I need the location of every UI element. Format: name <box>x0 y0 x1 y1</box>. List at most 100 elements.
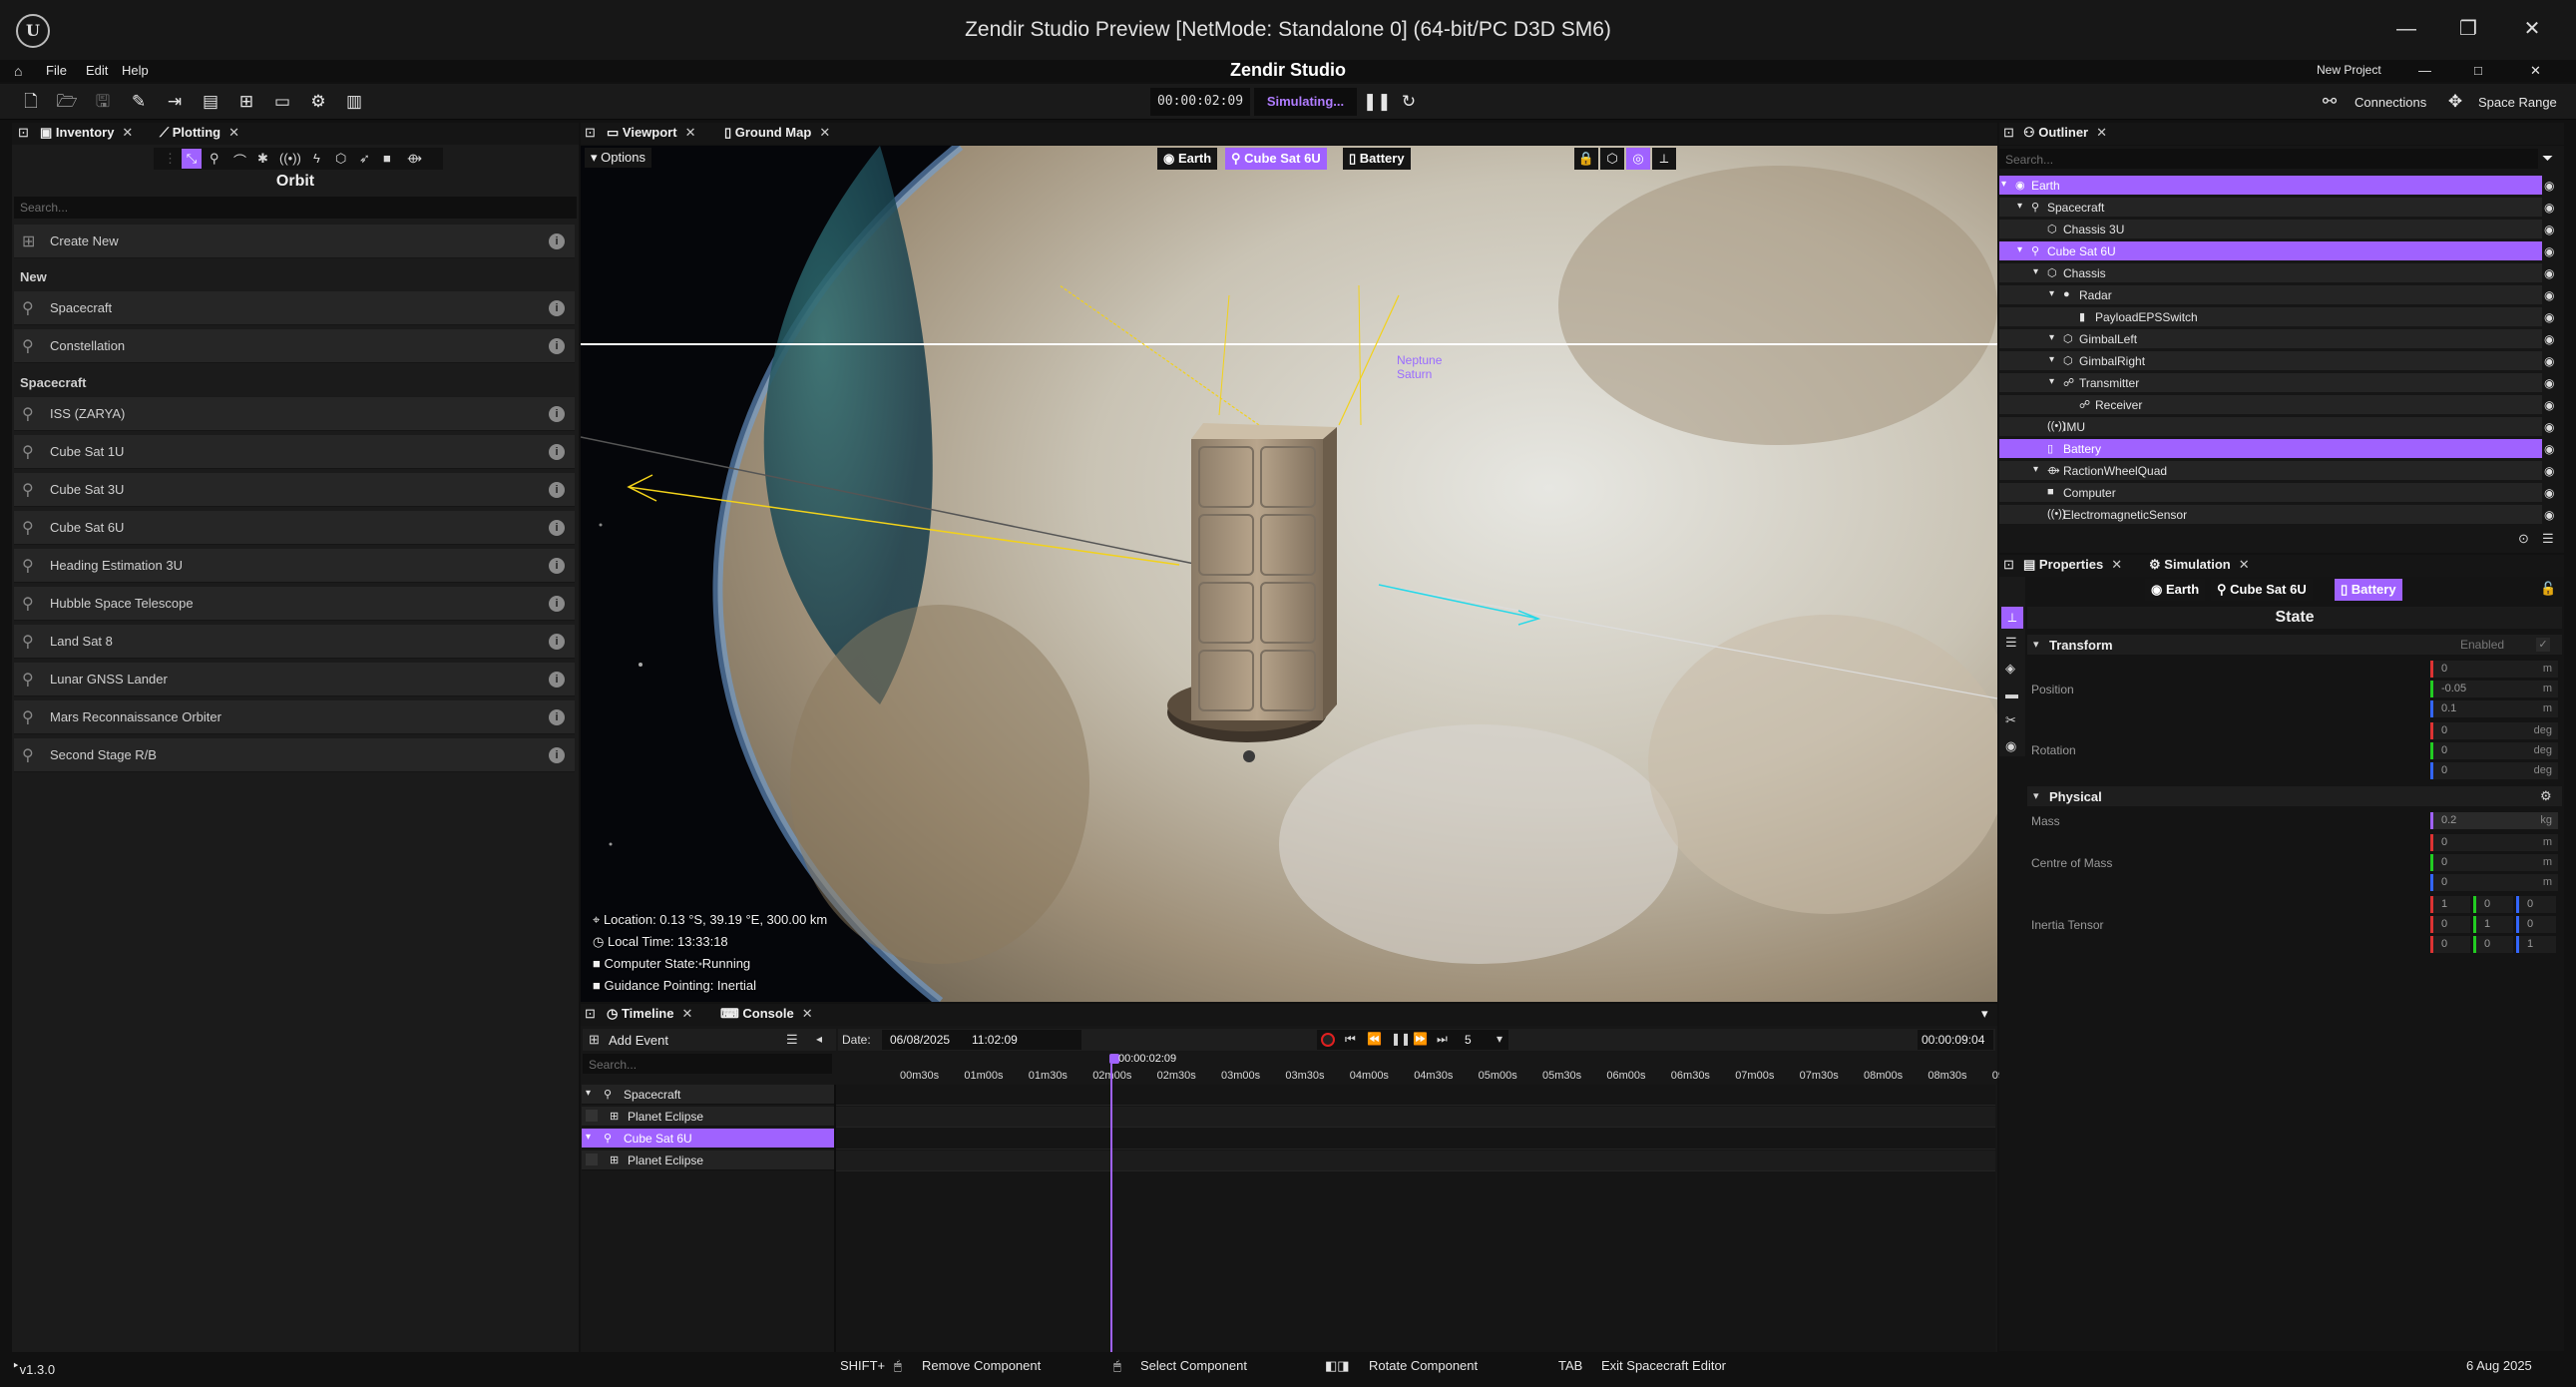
info-icon[interactable]: i <box>549 520 565 536</box>
chip-filter-icon[interactable]: ■ <box>383 151 391 166</box>
position-field[interactable]: 0.1 m <box>2430 700 2558 717</box>
list-tab-icon[interactable]: ☰ <box>2005 635 2017 651</box>
state-tab-icon[interactable]: ⟂ <box>2001 607 2023 629</box>
list-item[interactable]: ⚲ Lunar GNSS Lander i <box>14 663 575 696</box>
inertia-tensor-field[interactable]: 0 <box>2473 936 2513 953</box>
inertia-tensor-field[interactable]: 1 <box>2430 896 2470 913</box>
close-tab-icon[interactable]: ✕ <box>819 125 830 140</box>
new-file-icon[interactable]: 🗋 <box>20 92 42 112</box>
centre-of-mass-field[interactable]: 0m <box>2430 854 2558 871</box>
outliner-row[interactable]: ▾ ⬡ GimbalRight <box>1999 351 2542 371</box>
inertia-tensor-field[interactable]: 0 <box>2516 916 2556 933</box>
close-tab-icon[interactable]: ✕ <box>2096 125 2107 140</box>
tab-plotting[interactable]: ⟋ Plotting ✕ <box>160 125 239 141</box>
visibility-eye-icon[interactable]: ◉ <box>2544 332 2554 346</box>
close-tab-icon[interactable]: ✕ <box>685 125 696 140</box>
component-filter-icon[interactable]: ✱ <box>257 151 268 167</box>
tab-viewport[interactable]: ▭ Viewport ✕ <box>607 125 695 141</box>
outliner-row[interactable]: ▾ ⚲ Spacecraft <box>1999 198 2542 218</box>
list-item[interactable]: ⚲ Land Sat 8 i <box>14 625 575 659</box>
signal-filter-icon[interactable]: ((•)) <box>279 151 301 166</box>
visibility-eye-icon[interactable]: ◉ <box>2544 223 2554 236</box>
collapse-caret-icon[interactable]: ▾ <box>2033 789 2039 802</box>
tab-outliner[interactable]: ⚇ Outliner ✕ <box>2023 125 2107 141</box>
expand-caret-icon[interactable]: ▾ <box>586 1132 591 1143</box>
timeline-row[interactable]: ⊞ Planet Eclipse <box>582 1151 836 1170</box>
info-icon[interactable]: i <box>549 406 565 422</box>
space-range-button[interactable]: Space Range <box>2478 95 2557 110</box>
app-maximize-icon[interactable]: □ <box>2474 63 2482 78</box>
save-icon[interactable]: 🖫 <box>92 92 114 112</box>
info-icon[interactable]: i <box>549 233 565 249</box>
expand-caret-icon[interactable]: ▾ <box>2049 288 2054 299</box>
tab-simulation[interactable]: ⚙ Simulation ✕ <box>2149 557 2250 573</box>
info-icon[interactable]: i <box>549 444 565 460</box>
add-event-button[interactable]: Add Event <box>609 1033 668 1048</box>
panel-menu-icon[interactable]: ⊡ <box>18 125 29 141</box>
focus-view-icon[interactable]: ◎ <box>1626 148 1650 170</box>
info-icon[interactable]: i <box>549 709 565 725</box>
wheel-filter-icon[interactable]: ⟴ <box>407 151 422 167</box>
close-tab-icon[interactable]: ✕ <box>802 1006 813 1021</box>
reset-icon[interactable]: ↻ <box>1398 92 1420 112</box>
inertia-tensor-field[interactable]: 0 <box>2516 896 2556 913</box>
timeline-menu-caret-icon[interactable]: ▾ <box>1981 1006 1988 1022</box>
viewport-3d-scene[interactable]: ▾ Options Neptune Saturn 🔒 ⬡ ◎ ⟂ <box>581 146 1997 1002</box>
expand-caret-icon[interactable]: ▾ <box>2001 179 2006 190</box>
collapse-icon[interactable]: ◂ <box>816 1032 822 1046</box>
visibility-eye-icon[interactable]: ◉ <box>2544 486 2554 500</box>
skip-start-icon[interactable]: ⏮ <box>1345 1032 1356 1047</box>
satellite-filter-icon[interactable]: ⚲ <box>210 151 219 167</box>
timeline-divider[interactable] <box>834 1085 836 1352</box>
tab-console[interactable]: ⌨ Console ✕ <box>720 1006 813 1022</box>
collapse-caret-icon[interactable]: ▾ <box>2033 638 2039 651</box>
connections-icon[interactable]: ⚯ <box>2319 92 2341 112</box>
list-item[interactable]: ⚲ Hubble Space Telescope i <box>14 587 575 621</box>
visibility-eye-icon[interactable]: ◉ <box>2544 201 2554 215</box>
outliner-row[interactable]: ▾ ◉ Earth <box>1999 176 2542 196</box>
speed-dropdown-icon[interactable]: ▾ <box>1497 1032 1503 1046</box>
outliner-row[interactable]: ((•)) ElectromagneticSensor <box>1999 505 2542 525</box>
info-icon[interactable]: i <box>549 482 565 498</box>
expand-caret-icon[interactable]: ▾ <box>2033 266 2038 277</box>
import-icon[interactable]: ⊞ <box>235 92 257 112</box>
viewport-chip-battery[interactable]: ▯ Battery <box>1343 148 1411 170</box>
time-value[interactable]: 11:02:09 <box>972 1033 1018 1047</box>
list-icon[interactable]: ☰ <box>786 1032 798 1048</box>
info-icon[interactable]: i <box>549 747 565 763</box>
export-icon[interactable]: ⇥ <box>164 92 186 112</box>
record-icon[interactable] <box>1321 1033 1335 1047</box>
axes-icon[interactable]: ⟂ <box>1652 148 1676 170</box>
skip-end-icon[interactable]: ⏭ <box>1437 1032 1448 1047</box>
visibility-eye-icon[interactable]: ◉ <box>2544 354 2554 368</box>
close-tab-icon[interactable]: ✕ <box>228 125 239 140</box>
visibility-eye-icon[interactable]: ◉ <box>2544 508 2554 522</box>
crumb-earth[interactable]: ◉ Earth <box>2145 579 2206 601</box>
transform-section-header[interactable]: ▾ Transform Enabled ✓ <box>2027 635 2562 655</box>
comment-tab-icon[interactable]: ▬ <box>2005 687 2018 701</box>
library-icon[interactable]: ▤ <box>200 92 221 112</box>
outliner-row[interactable]: ▯ Battery <box>1999 439 2542 459</box>
inertia-tensor-field[interactable]: 0 <box>2430 916 2470 933</box>
panel-menu-icon[interactable]: ⊡ <box>2003 557 2014 573</box>
list-item[interactable]: ⚲ ISS (ZARYA) i <box>14 397 575 431</box>
close-tab-icon[interactable]: ✕ <box>2239 557 2250 572</box>
visibility-eye-icon[interactable]: ◉ <box>2544 288 2554 302</box>
inertia-tensor-field[interactable]: 1 <box>2516 936 2556 953</box>
visibility-eye-icon[interactable]: ◉ <box>2544 398 2554 412</box>
pause-play-icon[interactable]: ❚❚ <box>1391 1032 1411 1046</box>
expand-caret-icon[interactable]: ▾ <box>2049 354 2054 365</box>
close-tab-icon[interactable]: ✕ <box>2111 557 2122 572</box>
list-item[interactable]: ⚲ Cube Sat 1U i <box>14 435 575 469</box>
tab-timeline[interactable]: ◷ Timeline ✕ <box>607 1006 692 1022</box>
list-item[interactable]: ⚲ Cube Sat 6U i <box>14 511 575 545</box>
space-range-icon[interactable]: ✥ <box>2444 92 2466 112</box>
outliner-row[interactable]: ▾ ⟴ RactionWheelQuad <box>1999 461 2542 481</box>
screen-icon[interactable]: ▭ <box>271 92 293 112</box>
cube-view-icon[interactable]: ⬡ <box>1600 148 1624 170</box>
expand-caret-icon[interactable]: ▾ <box>2017 201 2022 212</box>
expand-caret-icon[interactable]: ▾ <box>2049 332 2054 343</box>
maximize-icon[interactable]: ❐ <box>2450 12 2486 46</box>
enabled-checkbox[interactable]: ✓ <box>2536 638 2550 652</box>
pause-icon[interactable]: ❚❚ <box>1363 92 1392 112</box>
